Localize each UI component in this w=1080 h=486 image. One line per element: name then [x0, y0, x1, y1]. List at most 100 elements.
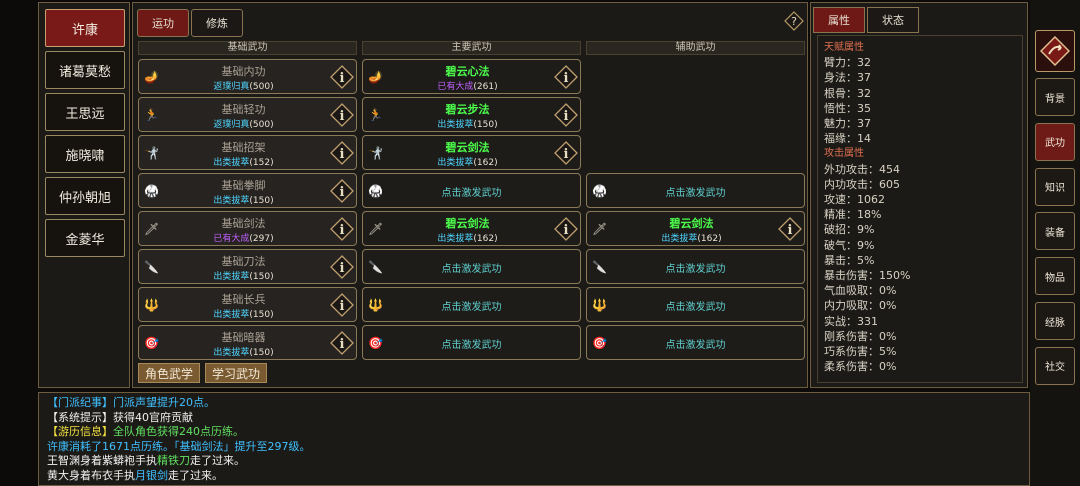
base-skill-slot[interactable]: 🤺 基础招架 出类拔萃(152) i: [138, 135, 357, 170]
skill-name: 基础拳脚: [221, 179, 266, 192]
skill-rank: 出类拔萃(150): [385, 117, 550, 130]
tab-xiulian[interactable]: 修炼: [191, 9, 243, 37]
stat-line: 悟性：35: [824, 101, 871, 115]
base-skill-slot[interactable]: 🪔 基础内功 返璞归真(500) i: [138, 59, 357, 94]
log-text: 门派声望提升20点。: [113, 396, 215, 409]
skill-rank: 出类拔萃(150): [161, 269, 326, 282]
svg-text:i: i: [564, 109, 569, 124]
side-menu-knowledge-button[interactable]: 知识: [1035, 167, 1075, 206]
character-item[interactable]: 仲孙朝旭: [45, 177, 125, 215]
base-skill-slot[interactable]: 🗡 基础剑法 已有大成(297) i: [138, 211, 357, 246]
skill-icon: 🪔: [368, 70, 383, 84]
info-icon[interactable]: i: [554, 217, 578, 241]
stat-line: 刚系伤害：0%: [824, 329, 897, 343]
info-icon[interactable]: i: [330, 141, 354, 165]
info-icon[interactable]: i: [330, 217, 354, 241]
stat-line: 破招：9%: [824, 223, 875, 237]
main-skill-slot[interactable]: 🤺 碧云剑法 出类拔萃(162) i: [362, 135, 581, 170]
info-icon[interactable]: i: [778, 217, 802, 241]
tab-attributes[interactable]: 属性: [813, 7, 865, 33]
log-text: 精铁刀: [157, 454, 190, 468]
log-line: 【游历信息】全队角色获得240点历练。: [47, 425, 1021, 440]
side-menu-meridians-button[interactable]: 经脉: [1035, 302, 1075, 340]
aux-skill-slot[interactable]: 🔪 点击激发武功: [586, 249, 805, 284]
base-skill-slot[interactable]: 🥋 基础拳脚 出类拔萃(150) i: [138, 173, 357, 208]
character-item[interactable]: 金菱华: [45, 219, 125, 257]
rank-label: 出类拔萃: [213, 272, 250, 282]
aux-skill-slot[interactable]: 🗡 碧云剑法 出类拔萃(162) i: [586, 211, 805, 246]
activate-skill-label: 点击激发武功: [441, 302, 502, 313]
stat-line: 巧系伤害：5%: [824, 345, 897, 359]
column-header-base: 基础武功: [138, 41, 357, 55]
info-icon[interactable]: i: [554, 103, 578, 127]
main-skill-slot[interactable]: 🗡 碧云剑法 出类拔萃(162) i: [362, 211, 581, 246]
main-skill-slot[interactable]: 🔪 点击激发武功: [362, 249, 581, 284]
log-line: 黄大身着布衣手执月银剑走了过来。: [47, 469, 1021, 484]
base-skill-slot[interactable]: 🔪 基础刀法 出类拔萃(150) i: [138, 249, 357, 284]
level-label: (500): [249, 120, 274, 130]
side-menu-background-button[interactable]: 背景: [1035, 78, 1075, 116]
svg-text:i: i: [340, 299, 345, 314]
skill-rank: 出类拔萃(150): [161, 193, 326, 206]
info-icon[interactable]: i: [330, 331, 354, 355]
level-label: (150): [249, 310, 274, 320]
info-icon[interactable]: i: [330, 293, 354, 317]
skill-rank: 已有大成(261): [385, 79, 550, 92]
main-skill-slot[interactable]: 🪔 碧云心法 已有大成(261) i: [362, 59, 581, 94]
info-icon[interactable]: i: [554, 141, 578, 165]
info-icon[interactable]: i: [330, 65, 354, 89]
log-text: 月银剑: [135, 468, 168, 482]
main-skill-slot[interactable]: 🥋 点击激发武功: [362, 173, 581, 208]
stat-line: 暴击：5%: [824, 253, 875, 267]
main-skill-slot[interactable]: 🔱 点击激发武功: [362, 287, 581, 322]
main-skill-slot[interactable]: 🏃 碧云步法 出类拔萃(150) i: [362, 97, 581, 132]
side-menu-items-button[interactable]: 物品: [1035, 257, 1075, 296]
log-text: 走了过来。: [190, 454, 245, 468]
back-icon[interactable]: [1035, 30, 1075, 72]
character-item[interactable]: 施晓啸: [45, 135, 125, 173]
tab-yungong[interactable]: 运功: [137, 9, 189, 37]
stat-line: 柔系伤害：0%: [824, 360, 897, 374]
level-label: (162): [473, 234, 498, 244]
stat-list[interactable]: 天赋属性 臂力：32 身法：37 根骨：32 悟性：35 魅力：37 福缘：14 攻击属性 外功…: [817, 35, 1023, 383]
aux-skill-slot[interactable]: 🎯 点击激发武功: [586, 325, 805, 360]
side-menu-equipment-button[interactable]: 装备: [1035, 212, 1075, 251]
activate-skill-label: 点击激发武功: [665, 302, 726, 313]
svg-text:i: i: [340, 109, 345, 124]
aux-skill-slot[interactable]: 🥋 点击激发武功: [586, 173, 805, 208]
log-line: 王智渊身着紫蟒袍手执精铁刀走了过来。: [47, 454, 1021, 469]
main-skill-slot[interactable]: 🎯 点击激发武功: [362, 325, 581, 360]
side-menu-social-button[interactable]: 社交: [1035, 346, 1075, 385]
character-item[interactable]: 诸葛莫愁: [45, 51, 125, 89]
stat-line: 精准：18%: [824, 208, 882, 222]
svg-text:i: i: [564, 71, 569, 86]
skill-icon: 🎯: [144, 336, 159, 350]
tab-status[interactable]: 状态: [867, 7, 919, 33]
rank-label: 出类拔萃: [213, 348, 250, 358]
base-skill-slot[interactable]: 🔱 基础长兵 出类拔萃(150) i: [138, 287, 357, 322]
level-label: (261): [473, 82, 498, 92]
stat-line: 气血吸取：0%: [824, 284, 897, 298]
role-skills-button[interactable]: 角色武学: [138, 363, 200, 383]
learn-skills-button[interactable]: 学习武功: [205, 363, 267, 383]
stat-line: 福缘：14: [824, 132, 871, 146]
skill-name: 基础轻功: [221, 103, 266, 116]
info-icon[interactable]: i: [330, 103, 354, 127]
stat-line: 破气：9%: [824, 238, 875, 252]
info-icon[interactable]: i: [554, 65, 578, 89]
side-menu-martial-arts-button[interactable]: 武功: [1035, 122, 1075, 161]
svg-text:i: i: [788, 223, 793, 238]
info-icon[interactable]: i: [330, 179, 354, 203]
log-text: 王智渊身着紫蟒袍手执: [47, 454, 157, 468]
character-item[interactable]: 王思远: [45, 93, 125, 131]
help-icon[interactable]: ?: [784, 11, 804, 31]
info-icon[interactable]: i: [330, 255, 354, 279]
rank-label: 出类拔萃: [213, 310, 250, 320]
aux-skill-slot[interactable]: 🔱 点击激发武功: [586, 287, 805, 322]
base-skill-slot[interactable]: 🎯 基础暗器 出类拔萃(150) i: [138, 325, 357, 360]
svg-text:i: i: [564, 147, 569, 162]
activate-skill-label: 点击激发武功: [665, 264, 726, 275]
stat-line: 暴击伤害：150%: [824, 269, 911, 283]
character-item[interactable]: 许康: [45, 9, 125, 47]
base-skill-slot[interactable]: 🏃 基础轻功 返璞归真(500) i: [138, 97, 357, 132]
